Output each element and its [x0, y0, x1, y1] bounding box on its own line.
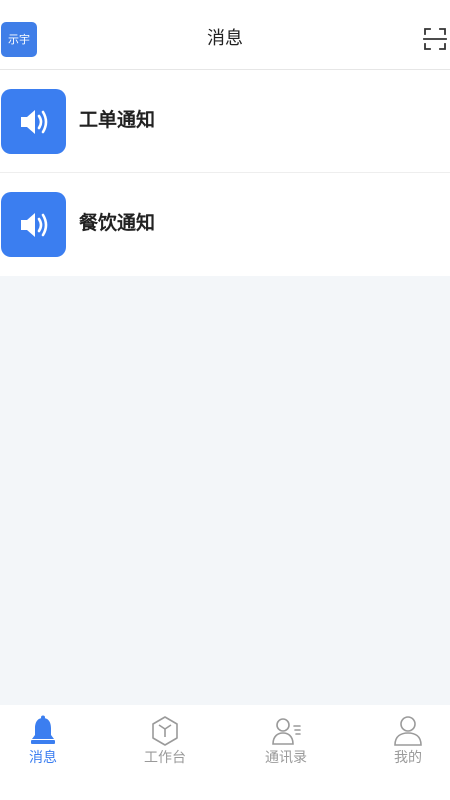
tab-workbench[interactable]: 工作台 — [109, 705, 221, 800]
list-item-label: 餐饮通知 — [79, 212, 156, 234]
tab-messages[interactable]: 消息 — [0, 705, 99, 800]
cube-icon — [152, 716, 178, 746]
speaker-icon — [1, 192, 66, 257]
user-icon — [394, 716, 422, 746]
list-item-catering-notice[interactable]: 餐饮通知 — [0, 173, 450, 276]
tab-contacts[interactable]: 通讯录 — [230, 705, 342, 800]
message-list: 工单通知 餐饮通知 — [0, 70, 450, 276]
bottom-tab-bar: 消息 工作台 通讯录 我的 — [0, 705, 450, 800]
tab-label: 通讯录 — [265, 750, 307, 766]
top-bar: 示宇 消息 — [0, 0, 450, 70]
list-item-work-order-notice[interactable]: 工单通知 — [0, 70, 450, 173]
page-title: 消息 — [207, 28, 243, 49]
list-item-label: 工单通知 — [79, 109, 156, 131]
tab-label: 我的 — [394, 750, 422, 766]
speaker-icon — [1, 89, 66, 154]
contacts-icon — [272, 718, 301, 745]
tab-label: 消息 — [29, 750, 57, 766]
scan-icon[interactable] — [423, 27, 447, 51]
bell-icon — [31, 715, 55, 744]
tab-label: 工作台 — [144, 750, 186, 766]
tab-profile[interactable]: 我的 — [352, 705, 450, 800]
